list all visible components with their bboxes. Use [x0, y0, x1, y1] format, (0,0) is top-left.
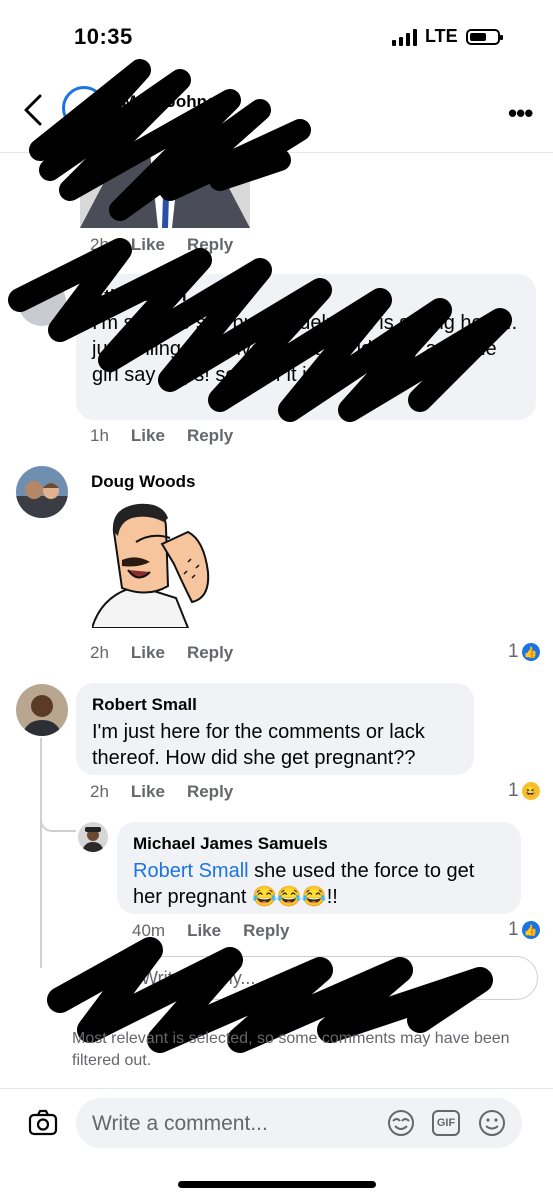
home-indicator: [178, 1181, 376, 1188]
composer-divider: [0, 1088, 553, 1089]
filter-note: Most relevant is selected, so some comme…: [72, 1030, 510, 1069]
gif-button[interactable]: GIF: [432, 1110, 460, 1136]
camera-icon[interactable]: [28, 1108, 58, 1138]
emoji-picker-icon[interactable]: [477, 1108, 507, 1138]
comment-input-placeholder[interactable]: Write a comment...: [92, 1112, 268, 1136]
avatar-sticker-icon[interactable]: [386, 1108, 416, 1138]
redaction-scribbles: [8, 59, 512, 1053]
